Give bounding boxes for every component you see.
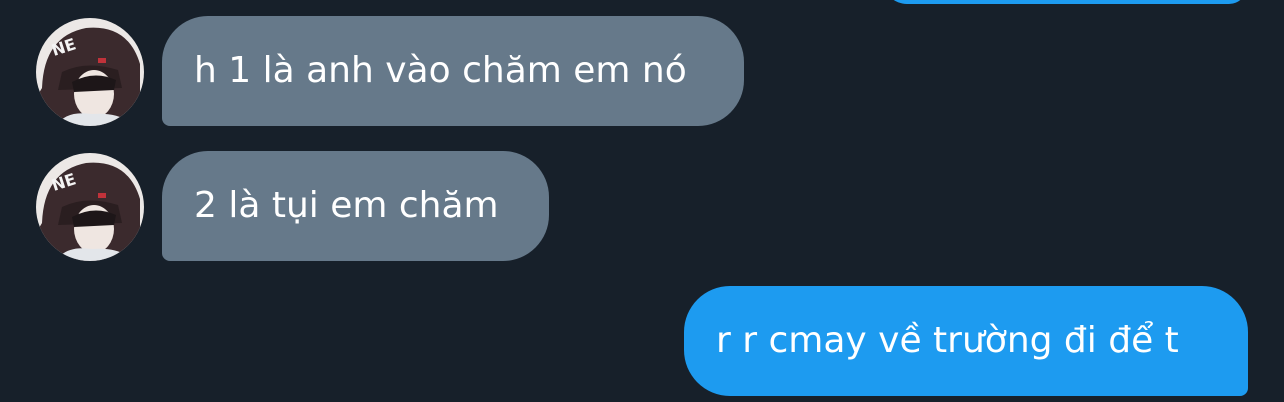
incoming-message-bubble[interactable]: h 1 là anh vào chăm em nó (162, 16, 744, 126)
message-text: 2 là tụi em chăm (194, 185, 499, 226)
message-text: h 1 là anh vào chăm em nó (194, 50, 687, 91)
contact-avatar[interactable]: NE (36, 18, 144, 126)
outgoing-message-bubble[interactable]: r r cmay về trường đi để t (684, 286, 1248, 396)
incoming-message-bubble[interactable]: 2 là tụi em chăm (162, 151, 549, 261)
message-text: r r cmay về trường đi để t (716, 320, 1179, 361)
contact-avatar[interactable]: NE (36, 153, 144, 261)
previous-outgoing-bubble[interactable] (883, 0, 1247, 4)
avatar-photo: NE (36, 153, 144, 261)
chat-thread: NE h 1 là anh vào chăm em nó NE 2 là tụi… (0, 0, 1284, 402)
avatar-photo: NE (36, 18, 144, 126)
